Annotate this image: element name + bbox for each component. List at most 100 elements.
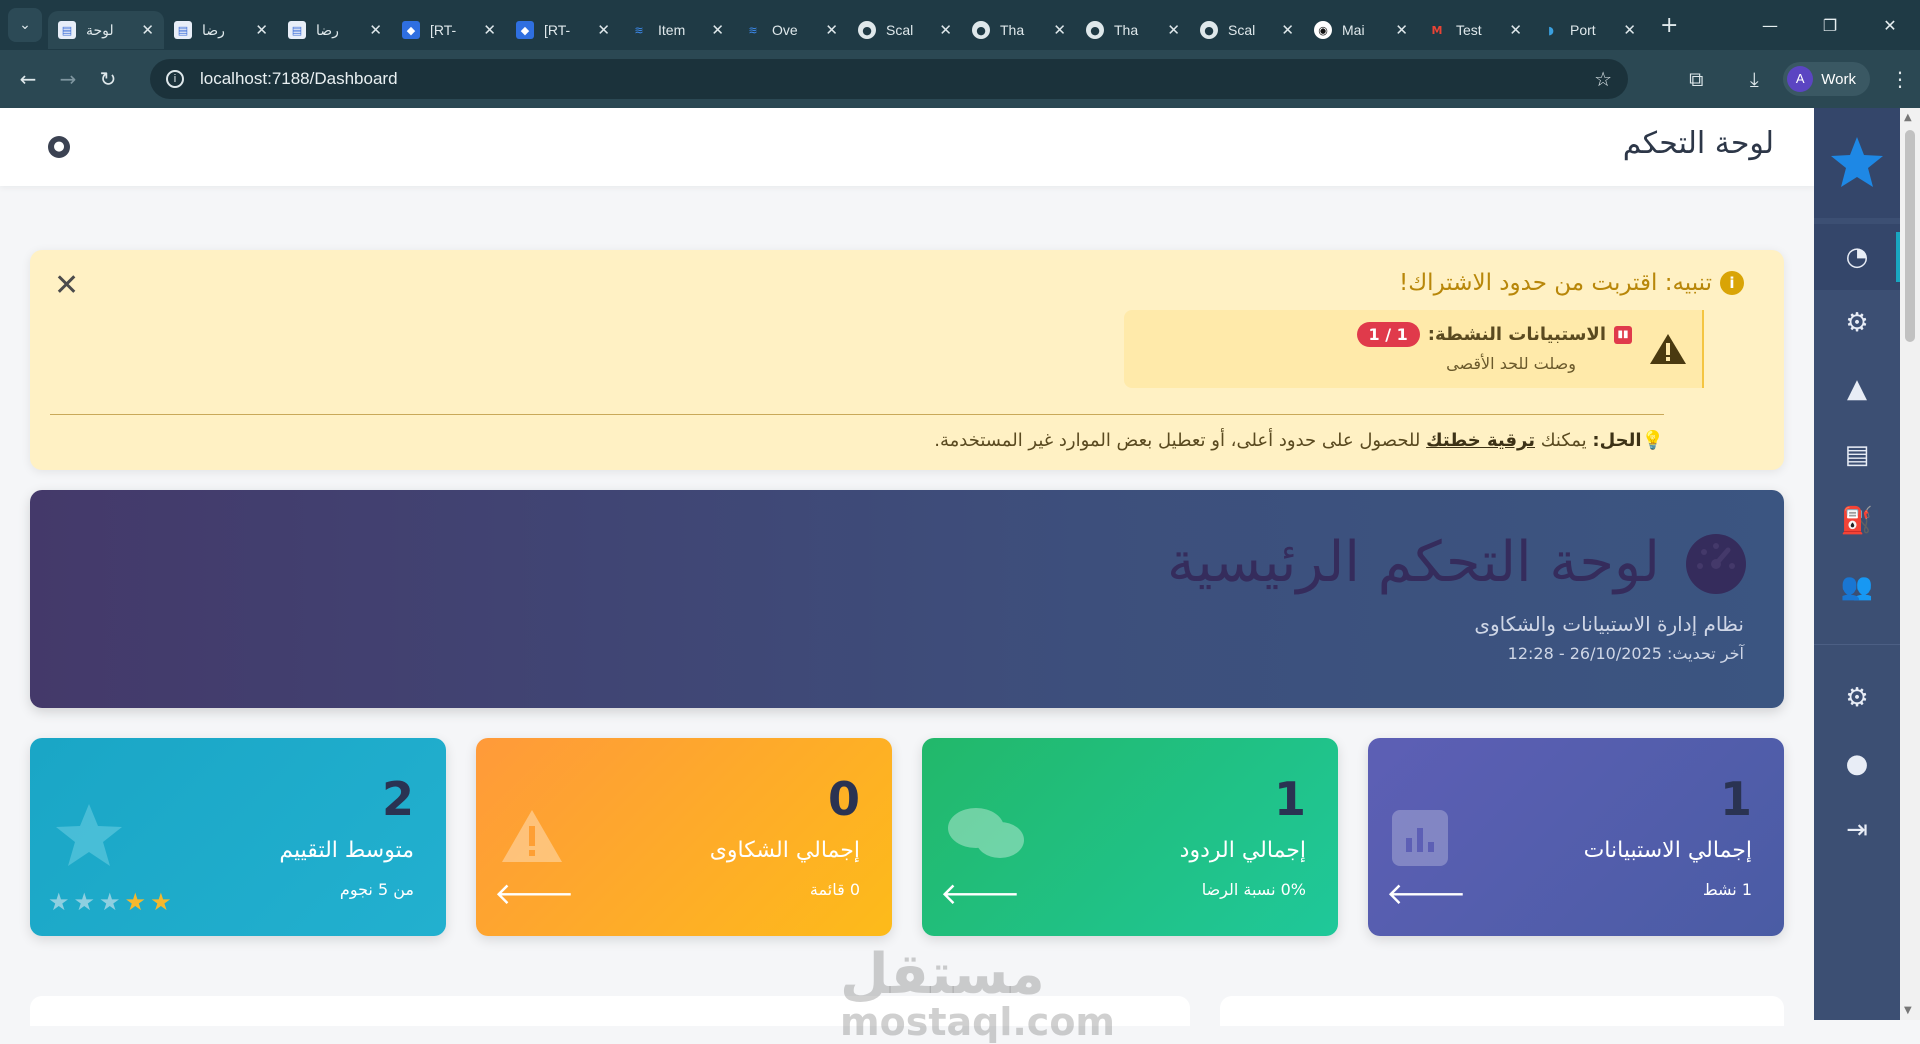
tab-title: Scal: [1228, 22, 1256, 38]
extensions-icon[interactable]: ⧉: [1667, 67, 1725, 91]
star-icon: ★: [124, 888, 147, 916]
close-icon[interactable]: ✕: [1281, 21, 1294, 39]
document-icon: ▤: [58, 21, 76, 39]
alert-header: i تنبيه: اقتربت من حدود الاشتراك!: [1399, 270, 1744, 296]
arrow-left-icon[interactable]: 🡐: [494, 876, 574, 912]
address-bar[interactable]: i localhost:7188/Dashboard ☆: [150, 59, 1628, 99]
user-icon[interactable]: ●: [48, 136, 70, 158]
browser-toolbar: ← → ↻ i localhost:7188/Dashboard ☆ ⧉ ⤓ A…: [0, 50, 1920, 108]
solution-part: يمكنك: [1535, 430, 1593, 451]
watermark-arabic: مستقل: [840, 942, 1045, 1007]
close-icon[interactable]: ✕: [939, 21, 952, 39]
globe-icon: ●: [972, 21, 990, 39]
stat-value: 1: [1273, 772, 1306, 826]
report-icon: ▤: [1844, 440, 1870, 470]
upgrade-plan-link[interactable]: ترقية خطتك: [1426, 430, 1535, 451]
reload-button[interactable]: ↻: [88, 67, 128, 91]
arrow-left-icon[interactable]: 🡐: [940, 876, 1020, 912]
sidebar-item-dashboard[interactable]: ◔: [1814, 224, 1900, 290]
sidebar-item-logout[interactable]: ⇥: [1814, 797, 1900, 863]
tab-search-button[interactable]: ⌄: [8, 8, 42, 42]
sidebar-item-settings[interactable]: ⚙: [1814, 665, 1900, 731]
logo[interactable]: [1814, 108, 1900, 218]
download-icon[interactable]: ⤓: [1725, 67, 1783, 91]
tab-title: [RT-: [544, 22, 571, 38]
browser-tab[interactable]: M Test ✕: [1418, 11, 1532, 49]
browser-tab[interactable]: ● Tha ✕: [1076, 11, 1190, 49]
scrollbar-thumb[interactable]: [1905, 130, 1915, 342]
close-icon[interactable]: ✕: [369, 21, 382, 39]
browser-tab[interactable]: ◉ Mai ✕: [1304, 11, 1418, 49]
sidebar-item-profile[interactable]: ●: [1814, 731, 1900, 797]
browser-tab[interactable]: ● Tha ✕: [962, 11, 1076, 49]
close-window-button[interactable]: ✕: [1860, 16, 1920, 35]
close-icon[interactable]: ✕: [825, 21, 838, 39]
close-icon[interactable]: ✕: [1509, 21, 1522, 39]
profile-button[interactable]: A Work: [1783, 62, 1870, 96]
close-icon[interactable]: ✕: [54, 268, 79, 303]
browser-tab[interactable]: ◗ Port ✕: [1532, 11, 1646, 49]
chart-icon: ▮▮: [1614, 325, 1632, 344]
stat-card-rating[interactable]: 2 متوسط التقييم من 5 نجوم ★ ★ ★ ★ ★: [30, 738, 446, 936]
sidebar-item-settings-group[interactable]: ⚙: [1814, 290, 1900, 356]
stat-card-responses[interactable]: 1 إجمالي الردود 0% نسبة الرضا 🡐: [922, 738, 1338, 936]
warning-icon: ▲: [1847, 374, 1867, 404]
minimize-button[interactable]: —: [1740, 16, 1800, 35]
page-scrollbar[interactable]: ▲ ▼: [1900, 108, 1920, 1020]
sidebar-item-complaints[interactable]: ▲: [1814, 356, 1900, 422]
stat-card-surveys[interactable]: 1 إجمالي الاستبيانات 1 نشط 🡐: [1368, 738, 1784, 936]
stat-card-complaints[interactable]: 0 إجمالي الشكاوى 0 قائمة 🡐: [476, 738, 892, 936]
wave-icon: ≋: [634, 23, 644, 37]
browser-tab[interactable]: ▤ رضا ✕: [164, 11, 278, 49]
globe-icon: ●: [1200, 21, 1218, 39]
forward-button[interactable]: →: [48, 67, 88, 91]
browser-tab[interactable]: ● Scal ✕: [1190, 11, 1304, 49]
close-icon[interactable]: ✕: [255, 21, 268, 39]
arrow-left-icon[interactable]: 🡐: [1386, 876, 1466, 912]
close-icon[interactable]: ✕: [141, 21, 154, 39]
sidebar: ◔ ⚙ ▲ ▤ ⛽ 👥 ⚙ ● ⇥: [1814, 108, 1900, 1020]
profile-label: Work: [1821, 70, 1856, 88]
menu-icon[interactable]: ⋮: [1880, 67, 1920, 91]
close-icon[interactable]: ✕: [711, 21, 724, 39]
browser-tab[interactable]: ◆ [RT- ✕: [506, 11, 620, 49]
divider: [50, 414, 1664, 415]
tab-title: Item: [658, 22, 686, 38]
limit-item: ▮▮ الاستبيانات النشطة: 1 / 1 وصلت للحد ا…: [1124, 310, 1704, 388]
scroll-down-icon[interactable]: ▼: [1904, 1005, 1912, 1016]
site-info-icon[interactable]: i: [166, 70, 184, 88]
wave-icon: ≋: [748, 23, 758, 37]
fuel-icon: ⛽: [1840, 506, 1874, 536]
sidebar-item-users[interactable]: 👥: [1814, 554, 1900, 620]
document-icon: ▤: [288, 21, 306, 39]
maximize-button[interactable]: ❐: [1800, 16, 1860, 35]
back-button[interactable]: ←: [8, 67, 48, 91]
close-icon[interactable]: ✕: [1395, 21, 1408, 39]
bookmark-star-icon[interactable]: ☆: [1594, 67, 1612, 92]
browser-tab[interactable]: ● Scal ✕: [848, 11, 962, 49]
window-controls: — ❐ ✕: [1740, 0, 1920, 50]
github-icon: ◉: [1314, 21, 1332, 39]
browser-tab[interactable]: ▤ لوحة ✕: [48, 11, 164, 49]
close-icon[interactable]: ✕: [1167, 21, 1180, 39]
sidebar-item-reports[interactable]: ▤: [1814, 422, 1900, 488]
close-icon[interactable]: ✕: [1053, 21, 1066, 39]
close-icon[interactable]: ✕: [483, 21, 496, 39]
stat-value: 1: [1719, 772, 1752, 826]
logout-icon: ⇥: [1846, 815, 1868, 845]
globe-icon: ●: [858, 21, 876, 39]
close-icon[interactable]: ✕: [597, 21, 610, 39]
stat-meta: 0% نسبة الرضا: [1201, 880, 1306, 899]
browser-tab[interactable]: ≋ Item ✕: [620, 11, 734, 49]
tab-title: Mai: [1342, 22, 1365, 38]
app-viewport: لوحة التحكم ● ✕ i تنبيه: اقتربت من حدود …: [0, 108, 1920, 1044]
browser-tab[interactable]: ◆ [RT- ✕: [392, 11, 506, 49]
close-icon[interactable]: ✕: [1623, 21, 1636, 39]
browser-tab[interactable]: ▤ رضا ✕: [278, 11, 392, 49]
sidebar-item-fuel[interactable]: ⛽: [1814, 488, 1900, 554]
globe-icon: ●: [1086, 21, 1104, 39]
browser-tab[interactable]: ≋ Ove ✕: [734, 11, 848, 49]
new-tab-button[interactable]: +: [1660, 13, 1678, 38]
scroll-up-icon[interactable]: ▲: [1904, 112, 1912, 123]
tab-title: رضا: [202, 21, 225, 38]
